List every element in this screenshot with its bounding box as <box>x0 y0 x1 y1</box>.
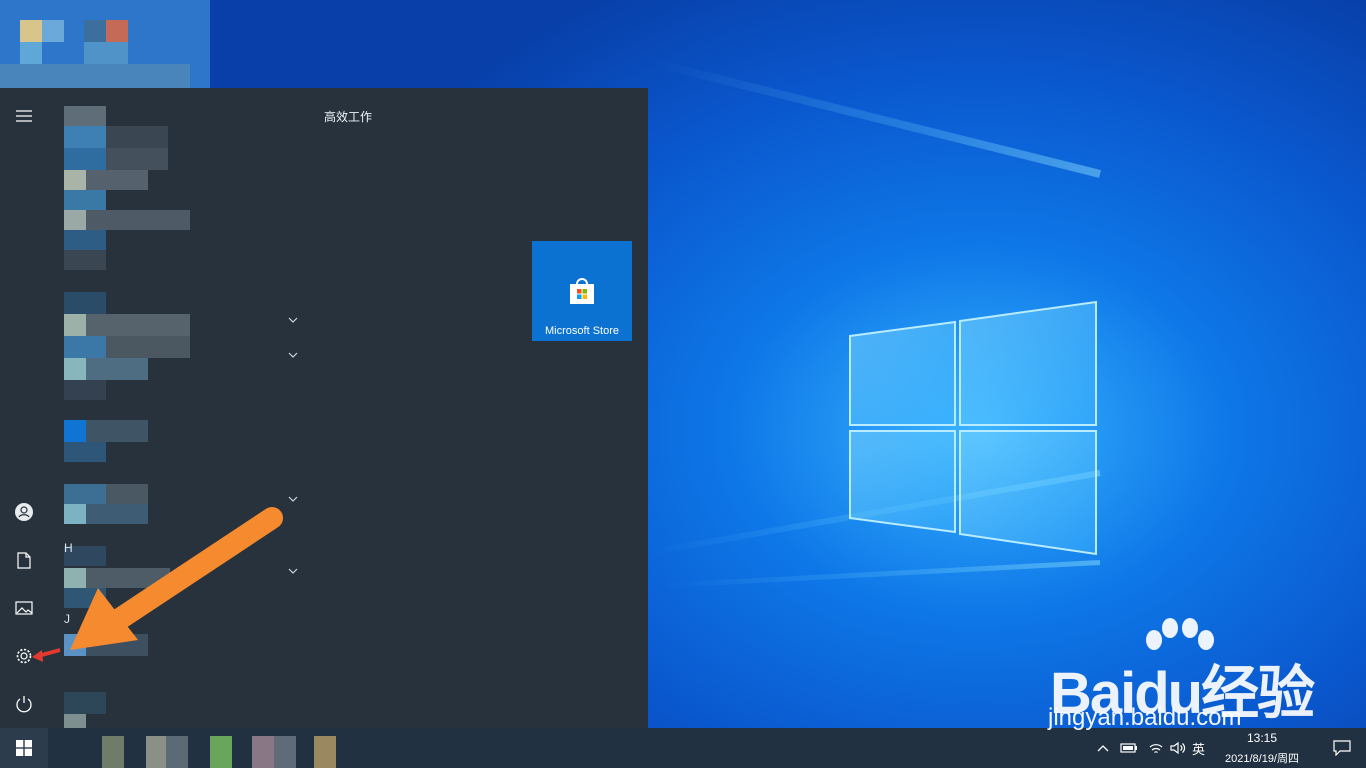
network-icon[interactable] <box>1148 741 1164 755</box>
volume-icon[interactable] <box>1170 741 1186 755</box>
start-button[interactable] <box>0 728 48 768</box>
input-language[interactable]: 英 <box>1192 739 1205 758</box>
taskbar-pinned-apps[interactable] <box>62 736 362 768</box>
baidu-watermark: Baidu经验 jingyan.baidu.com <box>1044 618 1340 738</box>
windows-icon <box>16 740 32 756</box>
notification-icon <box>1333 740 1351 756</box>
watermark-url: jingyan.baidu.com <box>1048 704 1242 731</box>
clock-date: 2021/8/19/周四 <box>1225 753 1299 765</box>
chevron-up-icon[interactable] <box>1096 743 1110 753</box>
battery-icon[interactable] <box>1120 742 1138 754</box>
